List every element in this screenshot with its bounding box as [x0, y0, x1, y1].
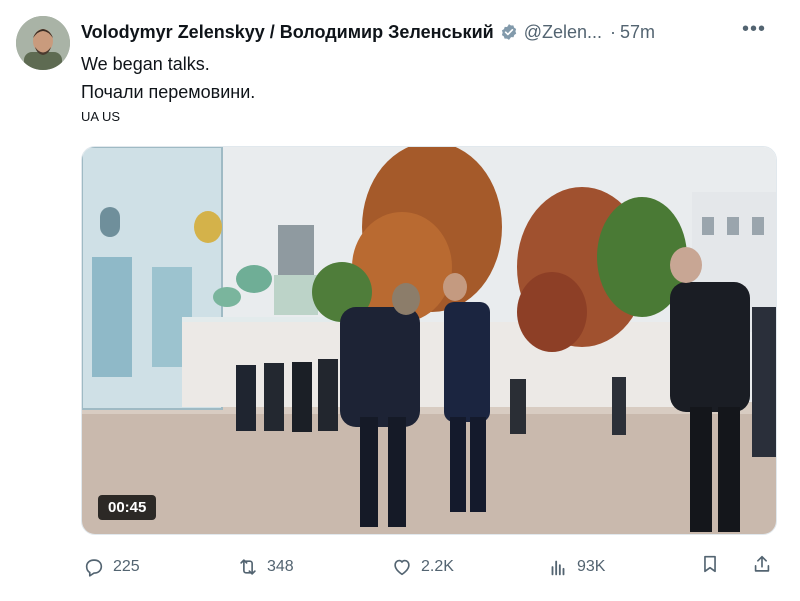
separator-dot: ·: [610, 21, 617, 42]
video-player[interactable]: 00:45: [81, 146, 777, 535]
author-name[interactable]: Volodymyr Zelenskyy / Володимир Зеленськ…: [81, 22, 494, 43]
repost-count: 348: [267, 558, 294, 575]
post-time[interactable]: 57m: [620, 22, 655, 43]
like-button[interactable]: 2.2K: [391, 553, 454, 581]
bookmark-icon: [704, 555, 716, 573]
like-count: 2.2K: [421, 558, 454, 575]
heart-icon: [394, 559, 410, 576]
verified-badge-icon[interactable]: [500, 23, 518, 41]
tweet-header: Volodymyr Zelenskyy / Володимир Зеленськ…: [81, 20, 782, 44]
share-button[interactable]: [751, 553, 781, 575]
video-thumbnail: [82, 147, 776, 534]
tweet-text: We began talks. Почали перемовини.: [81, 50, 255, 106]
tweet-actions-bar: 225 348 2.2K 93K: [81, 553, 777, 581]
reply-button[interactable]: 225: [83, 553, 140, 581]
avatar[interactable]: [16, 16, 70, 70]
share-icon: [754, 555, 770, 572]
repost-icon: [240, 559, 256, 575]
reply-count: 225: [113, 558, 140, 575]
language-tag: UA US: [81, 109, 121, 124]
views-count: 93K: [577, 558, 606, 575]
avatar-image: [16, 16, 70, 70]
views-chart-icon: [551, 560, 565, 576]
repost-button[interactable]: 348: [237, 553, 294, 581]
views-button[interactable]: 93K: [547, 553, 605, 581]
author-handle[interactable]: @Zelen...: [524, 22, 602, 43]
tweet-text-line-ukrainian: Почали перемовини.: [81, 82, 256, 102]
video-duration-badge: 00:45: [98, 495, 157, 520]
bookmark-button[interactable]: [699, 553, 729, 575]
more-options-icon[interactable]: •••: [742, 19, 766, 39]
reply-icon: [85, 559, 103, 577]
tweet-text-line-english: We began talks.: [81, 54, 210, 74]
